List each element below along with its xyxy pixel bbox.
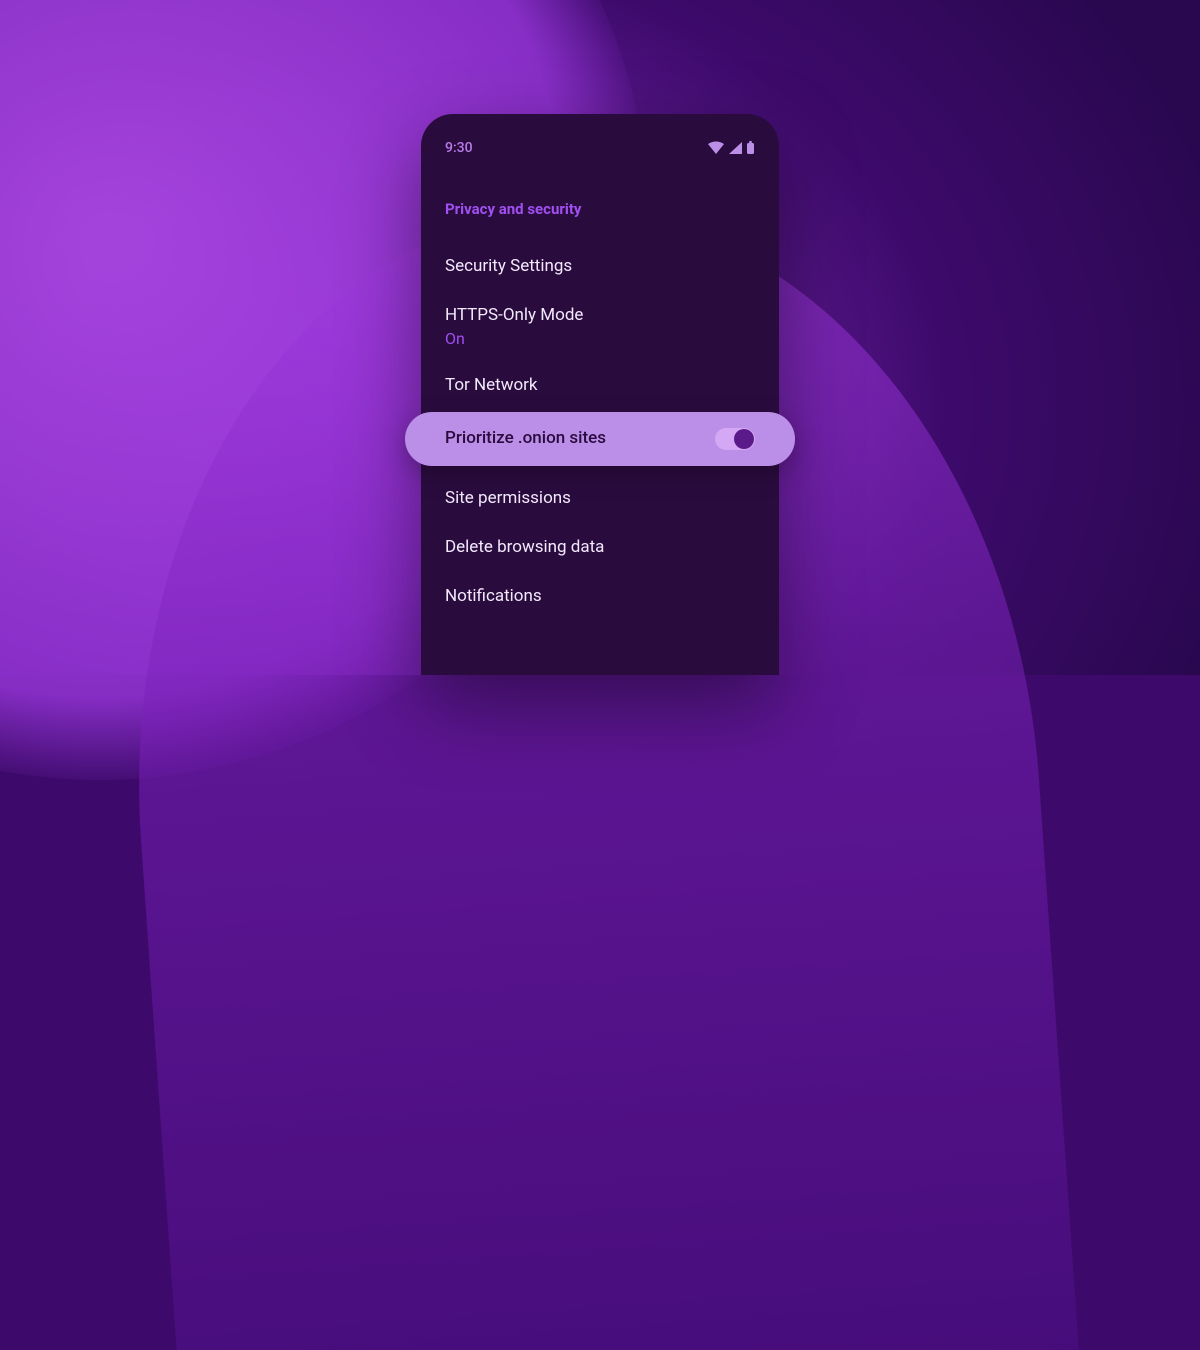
setting-notifications[interactable]: Notifications [421, 572, 779, 621]
status-bar: 9:30 [421, 114, 779, 162]
setting-label: Security Settings [445, 255, 755, 278]
status-time: 9:30 [445, 140, 473, 156]
settings-list: Security Settings HTTPS-Only Mode On Tor… [421, 242, 779, 621]
setting-label: Notifications [445, 585, 755, 608]
wifi-icon [707, 141, 725, 155]
setting-label: Site permissions [445, 487, 755, 510]
setting-prioritize-onion-sites[interactable]: Prioritize .onion sites [405, 412, 795, 466]
setting-site-permissions[interactable]: Site permissions [421, 474, 779, 523]
setting-label: Prioritize .onion sites [445, 427, 606, 450]
phone-frame: 9:30 Privacy and security Security Setti… [421, 114, 779, 675]
setting-prioritize-onion-wrap: Prioritize .onion sites [421, 412, 779, 466]
setting-https-only-mode[interactable]: HTTPS-Only Mode On [421, 291, 779, 361]
status-icons [707, 141, 755, 155]
setting-label: Delete browsing data [445, 536, 755, 559]
setting-label: HTTPS-Only Mode [445, 304, 755, 327]
setting-security-settings[interactable]: Security Settings [421, 242, 779, 291]
toggle-prioritize-onion[interactable] [715, 428, 755, 450]
setting-tor-network[interactable]: Tor Network [421, 361, 779, 410]
section-header: Privacy and security [421, 200, 779, 218]
setting-sublabel: On [445, 329, 755, 348]
toggle-knob [734, 429, 754, 449]
cellular-icon [728, 141, 743, 155]
battery-icon [746, 141, 755, 155]
setting-delete-browsing-data[interactable]: Delete browsing data [421, 523, 779, 572]
setting-label: Tor Network [445, 374, 755, 397]
